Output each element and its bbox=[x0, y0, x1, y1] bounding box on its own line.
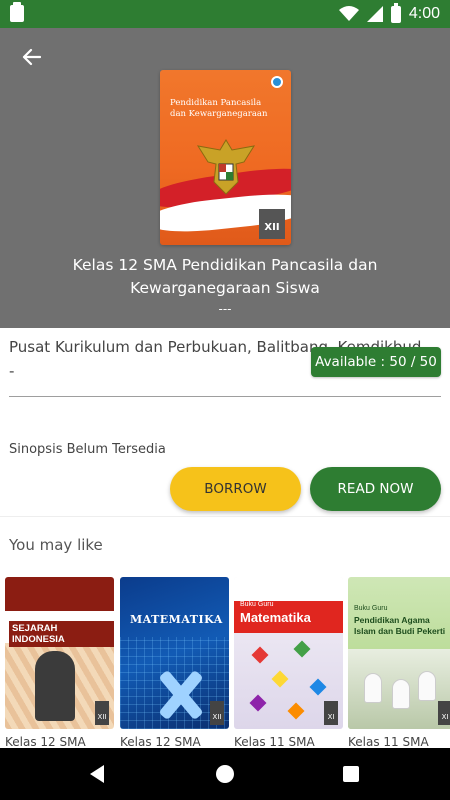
cover-title: SEJARAH INDONESIA bbox=[9, 621, 114, 647]
cover-title: MATEMATIKA bbox=[130, 613, 223, 626]
nav-recents-icon[interactable] bbox=[343, 766, 359, 782]
recommendation-item[interactable]: SEJARAH INDONESIA XII Kelas 12 SMA bbox=[5, 577, 114, 749]
wifi-icon bbox=[338, 6, 359, 21]
divider bbox=[9, 396, 441, 397]
arrow-left-icon bbox=[22, 48, 41, 66]
book-subtitle: --- bbox=[218, 302, 232, 316]
cover-grade: XI bbox=[438, 701, 450, 725]
cover-title: Matematika bbox=[240, 610, 311, 625]
nav-home-icon[interactable] bbox=[216, 765, 234, 783]
recommendation-label: Kelas 11 SMA bbox=[348, 735, 429, 749]
book-header: Pendidikan Pancasila dan Kewarganegaraan… bbox=[0, 28, 450, 328]
borrow-button[interactable]: BORROW bbox=[170, 467, 301, 511]
battery-icon bbox=[390, 2, 401, 23]
recommendation-cover: SEJARAH INDONESIA XII bbox=[5, 577, 114, 729]
nav-back-icon[interactable] bbox=[90, 765, 104, 783]
book-cover: Pendidikan Pancasila dan Kewarganegaraan… bbox=[160, 70, 291, 245]
cover-grade: XII bbox=[259, 209, 285, 239]
sim-icon bbox=[10, 2, 24, 22]
recommendation-cover: Buku Guru Matematika XI bbox=[234, 577, 343, 729]
cover-grade: XII bbox=[210, 701, 224, 725]
recommendations-heading: You may like bbox=[9, 536, 103, 554]
status-bar: 4:00 bbox=[0, 0, 450, 28]
recommendation-item[interactable]: MATEMATIKA XII Kelas 12 SMA bbox=[120, 577, 229, 749]
read-now-button[interactable]: READ NOW bbox=[310, 467, 441, 511]
system-nav-bar bbox=[0, 748, 450, 800]
back-button[interactable] bbox=[14, 44, 48, 70]
cover-grade: XI bbox=[324, 701, 338, 725]
cover-kicker: Buku Guru bbox=[354, 605, 388, 612]
book-author-tail: - bbox=[9, 362, 15, 380]
clock: 4:00 bbox=[408, 5, 440, 22]
recommendation-label: Kelas 12 SMA bbox=[120, 735, 201, 749]
availability-badge: Available : 50 / 50 bbox=[311, 347, 441, 377]
publisher-logo bbox=[271, 76, 283, 88]
signal-icon bbox=[366, 6, 383, 22]
section-separator bbox=[0, 516, 450, 517]
garuda-emblem-icon bbox=[196, 139, 256, 195]
synopsis-text: Sinopsis Belum Tersedia bbox=[9, 442, 166, 457]
cover-title: Pendidikan Pancasila dan Kewarganegaraan bbox=[170, 98, 268, 119]
recommendation-label: Kelas 11 SMA bbox=[234, 735, 315, 749]
book-title: Kelas 12 SMA Pendidikan Pancasila dan Ke… bbox=[72, 256, 378, 297]
cover-kicker: Buku Guru bbox=[240, 601, 274, 608]
cover-grade: XII bbox=[95, 701, 109, 725]
recommendation-item[interactable]: Buku Guru Matematika XI Kelas 11 SMA bbox=[234, 577, 343, 749]
recommendation-cover: Buku Guru Pendidikan Agama Islam dan Bud… bbox=[348, 577, 450, 729]
recommendation-label: Kelas 12 SMA bbox=[5, 735, 86, 749]
cover-title: Pendidikan Agama Islam dan Budi Pekerti bbox=[354, 615, 446, 636]
recommendation-cover: MATEMATIKA XII bbox=[120, 577, 229, 729]
recommendation-item[interactable]: Buku Guru Pendidikan Agama Islam dan Bud… bbox=[348, 577, 450, 749]
